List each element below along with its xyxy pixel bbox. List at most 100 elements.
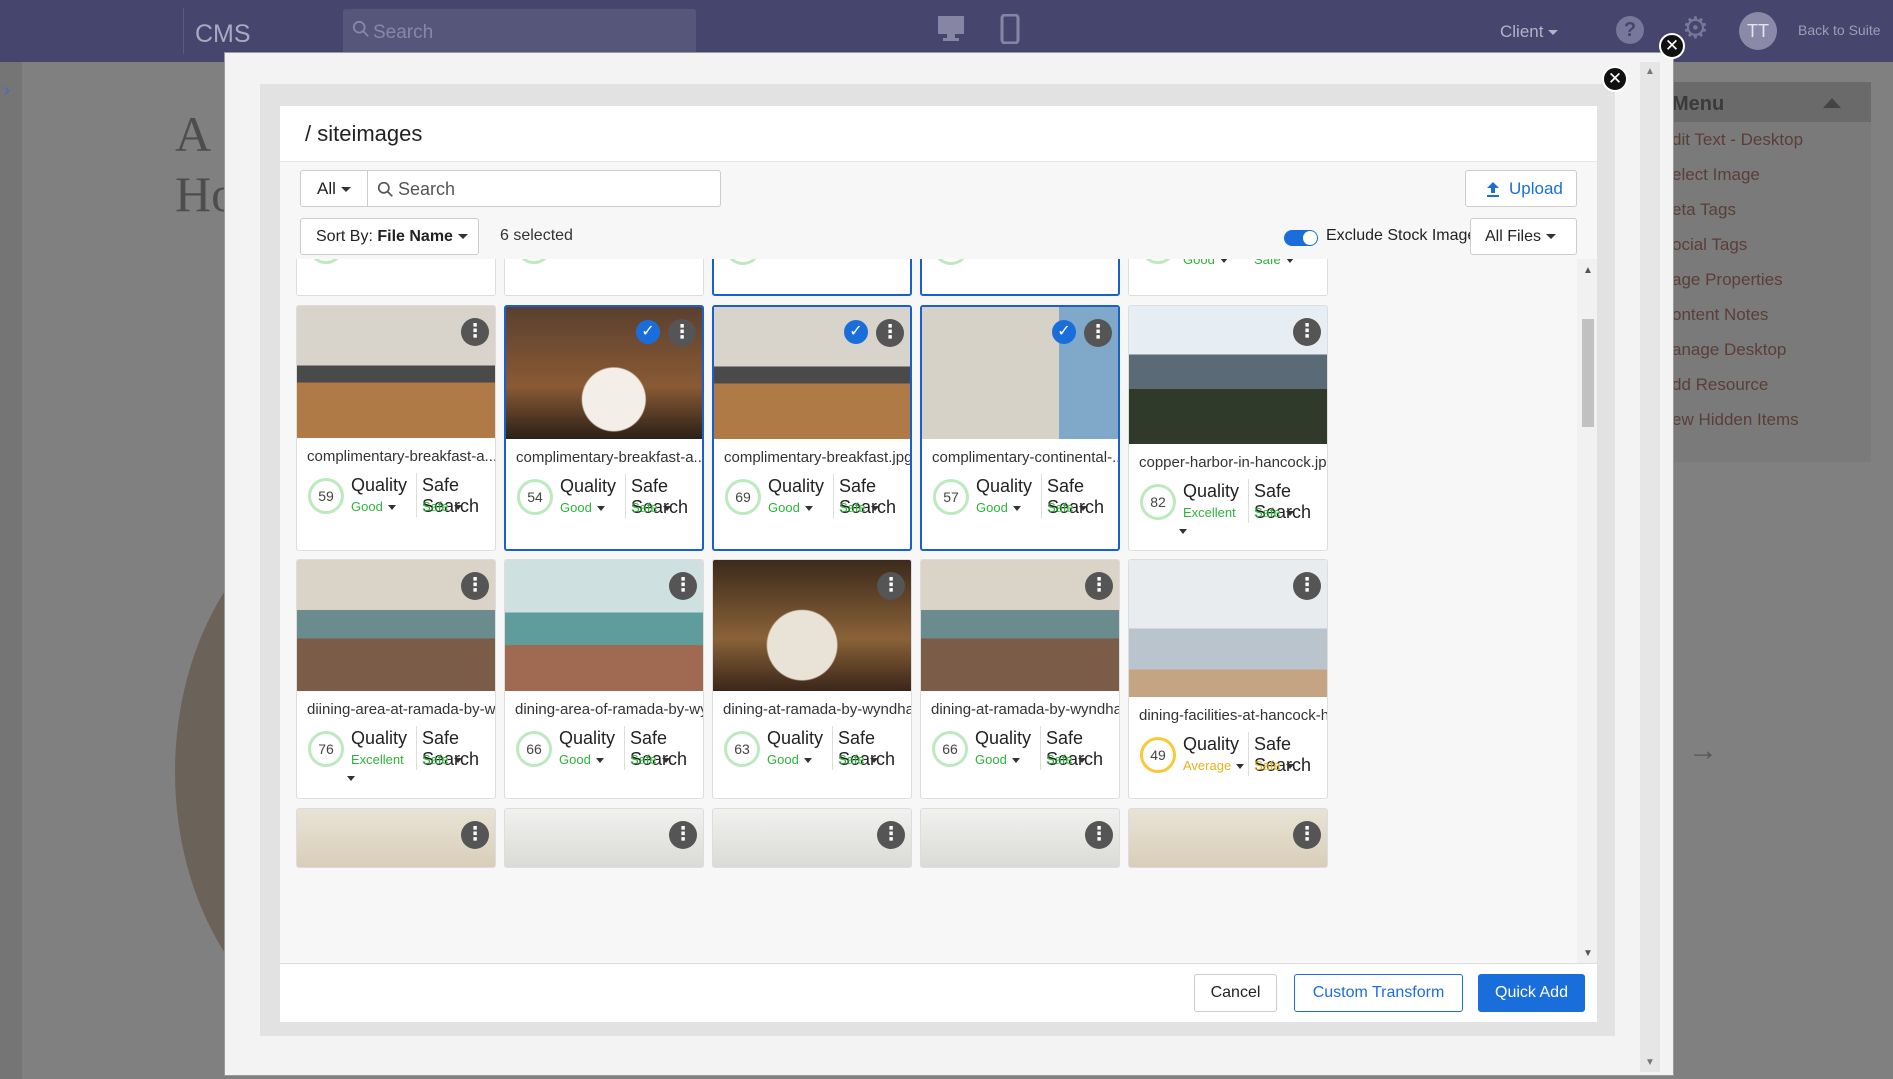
scroll-up-icon[interactable]: ▲ [1645,66,1655,77]
side-menu-item[interactable]: ontent Notes [1656,297,1871,332]
scope-dropdown[interactable]: All [300,170,368,207]
custom-transform-button[interactable]: Custom Transform [1294,974,1463,1012]
more-options-icon[interactable]: ⋮ [1293,572,1321,600]
safe-search-dropdown[interactable]: Safe [1046,752,1086,767]
side-menu-item[interactable]: dd Resource [1656,367,1871,402]
more-options-icon[interactable]: ⋮ [1293,318,1321,346]
quality-dropdown[interactable]: Excellent [1183,505,1236,520]
quality-dropdown[interactable]: Good [975,752,1020,767]
more-options-icon[interactable]: ⋮ [1085,821,1113,849]
safe-search-dropdown[interactable]: Safe [839,500,879,515]
quality-dropdown[interactable]: Good [351,499,396,514]
side-menu-item[interactable]: eta Tags [1656,192,1871,227]
more-options-icon[interactable]: ⋮ [1085,572,1113,600]
quality-dropdown[interactable]: Good [1183,259,1228,267]
side-menu-item[interactable]: dit Text - Desktop [1656,122,1871,157]
outer-scrollbar[interactable]: ▲ ▼ [1640,62,1660,1072]
chevron-right-icon[interactable]: › [4,80,10,101]
image-card[interactable]: ⋮ dining-at-ramada-by-wyndha... 66 Quality S… [920,559,1120,799]
side-menu-item[interactable]: elect Image [1656,157,1871,192]
more-options-icon[interactable]: ⋮ [1293,821,1321,849]
image-card[interactable]: ⋮ complimentary-breakfast-a... 59 Quality Sa… [296,305,496,551]
scroll-down-icon[interactable]: ▼ [1583,948,1593,959]
mobile-icon[interactable] [1000,14,1020,44]
close-dialog-icon[interactable]: ✕ [1602,66,1628,92]
quality-dropdown[interactable]: Good [559,259,604,261]
quality-dropdown[interactable]: Good [559,752,604,767]
safe-search-dropdown[interactable]: Safe [1047,500,1087,515]
file-type-dropdown[interactable]: All Files [1470,218,1577,255]
back-to-suite-link[interactable]: Back to Suite [1798,22,1881,38]
image-card[interactable]: ⋮ [296,808,496,868]
image-card[interactable]: ⋮ [504,808,704,868]
upload-button[interactable]: Upload [1465,170,1577,207]
quality-dropdown[interactable]: Excellent [351,752,404,767]
safe-search-dropdown[interactable]: Safe [1254,259,1294,267]
image-card[interactable]: ⋮ [712,808,912,868]
image-card[interactable]: ⋮ ✓ complimentary-continental-... 57 Quality… [920,305,1120,551]
quality-dropdown[interactable]: Good [767,752,812,767]
quick-add-button[interactable]: Quick Add [1478,974,1585,1012]
safe-search-dropdown[interactable]: Safe [1254,505,1294,520]
checkmark-icon[interactable]: ✓ [1052,320,1076,344]
arrow-right-icon[interactable]: → [1688,734,1718,768]
scrollbar-thumb[interactable] [1582,319,1594,427]
safe-search-dropdown[interactable]: Safe [422,752,462,767]
more-options-icon[interactable]: ⋮ [876,319,904,347]
safe-search-dropdown[interactable]: Safe [838,752,878,767]
sort-by-dropdown[interactable]: Sort By: File Name [300,218,479,255]
scroll-up-icon[interactable]: ▲ [1583,265,1593,276]
scroll-down-icon[interactable]: ▼ [1645,1057,1655,1068]
more-options-icon[interactable]: ⋮ [461,821,489,849]
image-card[interactable]: ⋮ [920,808,1120,868]
safe-search-dropdown[interactable]: Safe [631,500,671,515]
exclude-stock-toggle[interactable] [1284,230,1318,246]
more-options-icon[interactable]: ⋮ [1084,319,1112,347]
safe-search-dropdown[interactable]: Safe [839,259,879,262]
safe-search-dropdown[interactable]: Safe [630,259,670,261]
image-card[interactable]: 73 Good Safe [296,259,496,296]
quality-dropdown[interactable]: Good [976,259,1021,262]
side-menu-item[interactable]: age Properties [1656,262,1871,297]
close-icon[interactable]: ✕ [1659,33,1685,59]
quality-dropdown[interactable]: Average [1183,758,1245,773]
client-dropdown[interactable]: Client [1500,22,1559,42]
image-card[interactable]: ⋮ ✓ complimentary-breakfast.jpg 69 Quality Sa… [712,305,912,551]
quality-dropdown[interactable]: Good [351,259,396,261]
more-options-icon[interactable]: ⋮ [461,318,489,346]
image-card[interactable]: 65 Good Safe [1128,259,1328,296]
checkmark-icon[interactable]: ✓ [636,320,660,344]
quality-dropdown[interactable]: Good [768,500,813,515]
image-card[interactable]: ⋮ dining-at-ramada-by-wyndha... 63 Quality S… [712,559,912,799]
grid-scrollbar[interactable]: ▲ ▼ [1577,259,1597,963]
quality-dropdown[interactable]: Good [768,259,813,262]
image-card[interactable]: ⋮ copper-harbor-in-hancock.jpg 82 Quality Sa… [1128,305,1328,551]
safe-search-dropdown[interactable]: Safe [1254,758,1294,773]
side-menu-header[interactable]: Menu [1656,82,1871,122]
safe-search-dropdown[interactable]: Safe [630,752,670,767]
cancel-button[interactable]: Cancel [1194,974,1277,1012]
image-card[interactable]: 69 Good Safe [920,259,1120,296]
avatar[interactable]: TT [1739,12,1777,50]
image-card[interactable]: 70 Good Safe [504,259,704,296]
image-card[interactable]: ⋮ [1128,808,1328,868]
more-options-icon[interactable]: ⋮ [668,319,696,347]
safe-search-dropdown[interactable]: Safe [1047,259,1087,262]
image-search-input[interactable]: Search [368,170,721,207]
checkmark-icon[interactable]: ✓ [844,320,868,344]
image-card[interactable]: 64 Good Safe [712,259,912,296]
more-options-icon[interactable]: ⋮ [669,821,697,849]
help-icon[interactable]: ? [1616,16,1644,44]
app-name[interactable]: CMS [195,20,251,49]
image-card[interactable]: ⋮ ✓ complimentary-breakfast-a... 54 Quality S… [504,305,704,551]
desktop-icon[interactable] [936,14,966,42]
safe-search-dropdown[interactable]: Safe [422,259,462,261]
side-menu-item[interactable]: anage Desktop [1656,332,1871,367]
global-search-input[interactable]: Search [343,9,696,56]
more-options-icon[interactable]: ⋮ [461,572,489,600]
more-options-icon[interactable]: ⋮ [877,572,905,600]
safe-search-dropdown[interactable]: Safe [422,499,462,514]
image-card[interactable]: ⋮ dining-area-of-ramada-by-wy... 66 Quality… [504,559,704,799]
more-options-icon[interactable]: ⋮ [877,821,905,849]
image-card[interactable]: ⋮ diining-area-at-ramada-by-wy... 76 Qualit… [296,559,496,799]
